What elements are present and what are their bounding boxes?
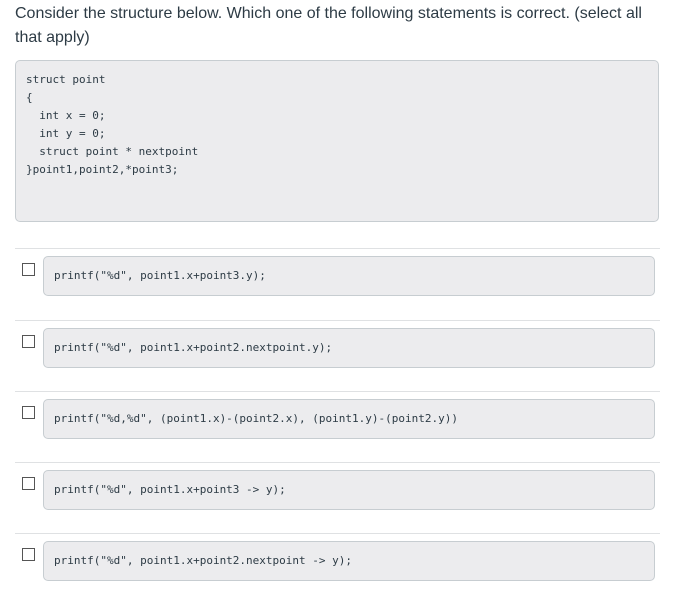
answer-checkbox[interactable] (22, 263, 35, 276)
answer-checkbox[interactable] (22, 477, 35, 490)
answer-label[interactable]: printf("%d", point1.x+point3.y); (43, 256, 655, 296)
answer-option: printf("%d", point1.x+point3 -> y); (15, 462, 660, 534)
question-text: Consider the structure below. Which one … (15, 5, 642, 46)
answer-option: printf("%d", point1.x+point2.nextpoint -… (15, 533, 660, 605)
answer-checkbox[interactable] (22, 548, 35, 561)
answer-option: printf("%d,%d", (point1.x)-(point2.x), (… (15, 391, 660, 463)
answer-label[interactable]: printf("%d", point1.x+point3 -> y); (43, 470, 655, 510)
answer-option: printf("%d", point1.x+point2.nextpoint.y… (15, 320, 660, 392)
answer-label[interactable]: printf("%d", point1.x+point2.nextpoint -… (43, 541, 655, 581)
answer-label[interactable]: printf("%d", point1.x+point2.nextpoint.y… (43, 328, 655, 368)
answer-checkbox[interactable] (22, 335, 35, 348)
answer-label[interactable]: printf("%d,%d", (point1.x)-(point2.x), (… (43, 399, 655, 439)
answer-checkbox[interactable] (22, 406, 35, 419)
code-block: struct point { int x = 0; int y = 0; str… (15, 60, 659, 222)
answer-option: printf("%d", point1.x+point3.y); (15, 248, 660, 320)
code-text: struct point { int x = 0; int y = 0; str… (26, 73, 199, 176)
